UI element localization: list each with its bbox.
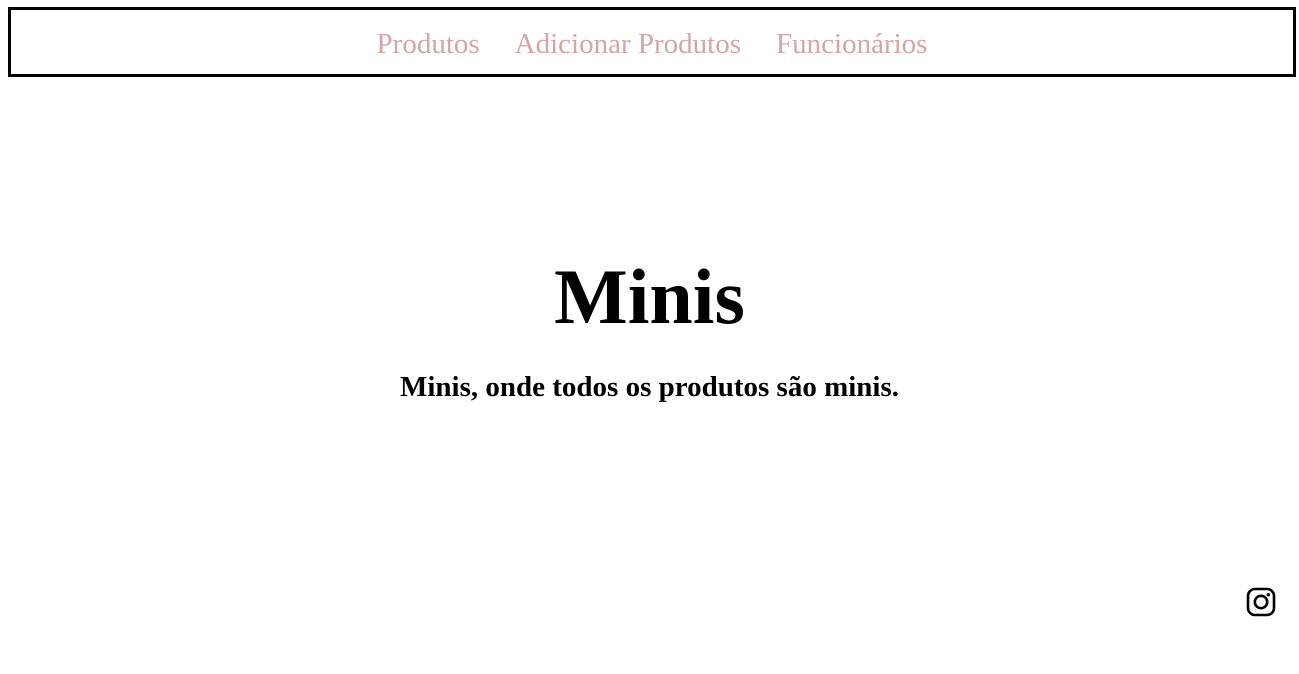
nav-link-funcionarios[interactable]: Funcionários <box>776 26 927 59</box>
page-title: Minis <box>554 253 745 340</box>
instagram-icon <box>1246 587 1276 617</box>
page-subtitle: Minis, onde todos os produtos são minis. <box>399 371 900 403</box>
nav-link-adicionar-produtos[interactable]: Adicionar Produtos <box>515 26 741 59</box>
top-navigation: Produtos Adicionar Produtos Funcionários <box>8 7 1296 77</box>
instagram-link[interactable] <box>1245 586 1277 618</box>
nav-link-produtos[interactable]: Produtos <box>377 26 480 59</box>
